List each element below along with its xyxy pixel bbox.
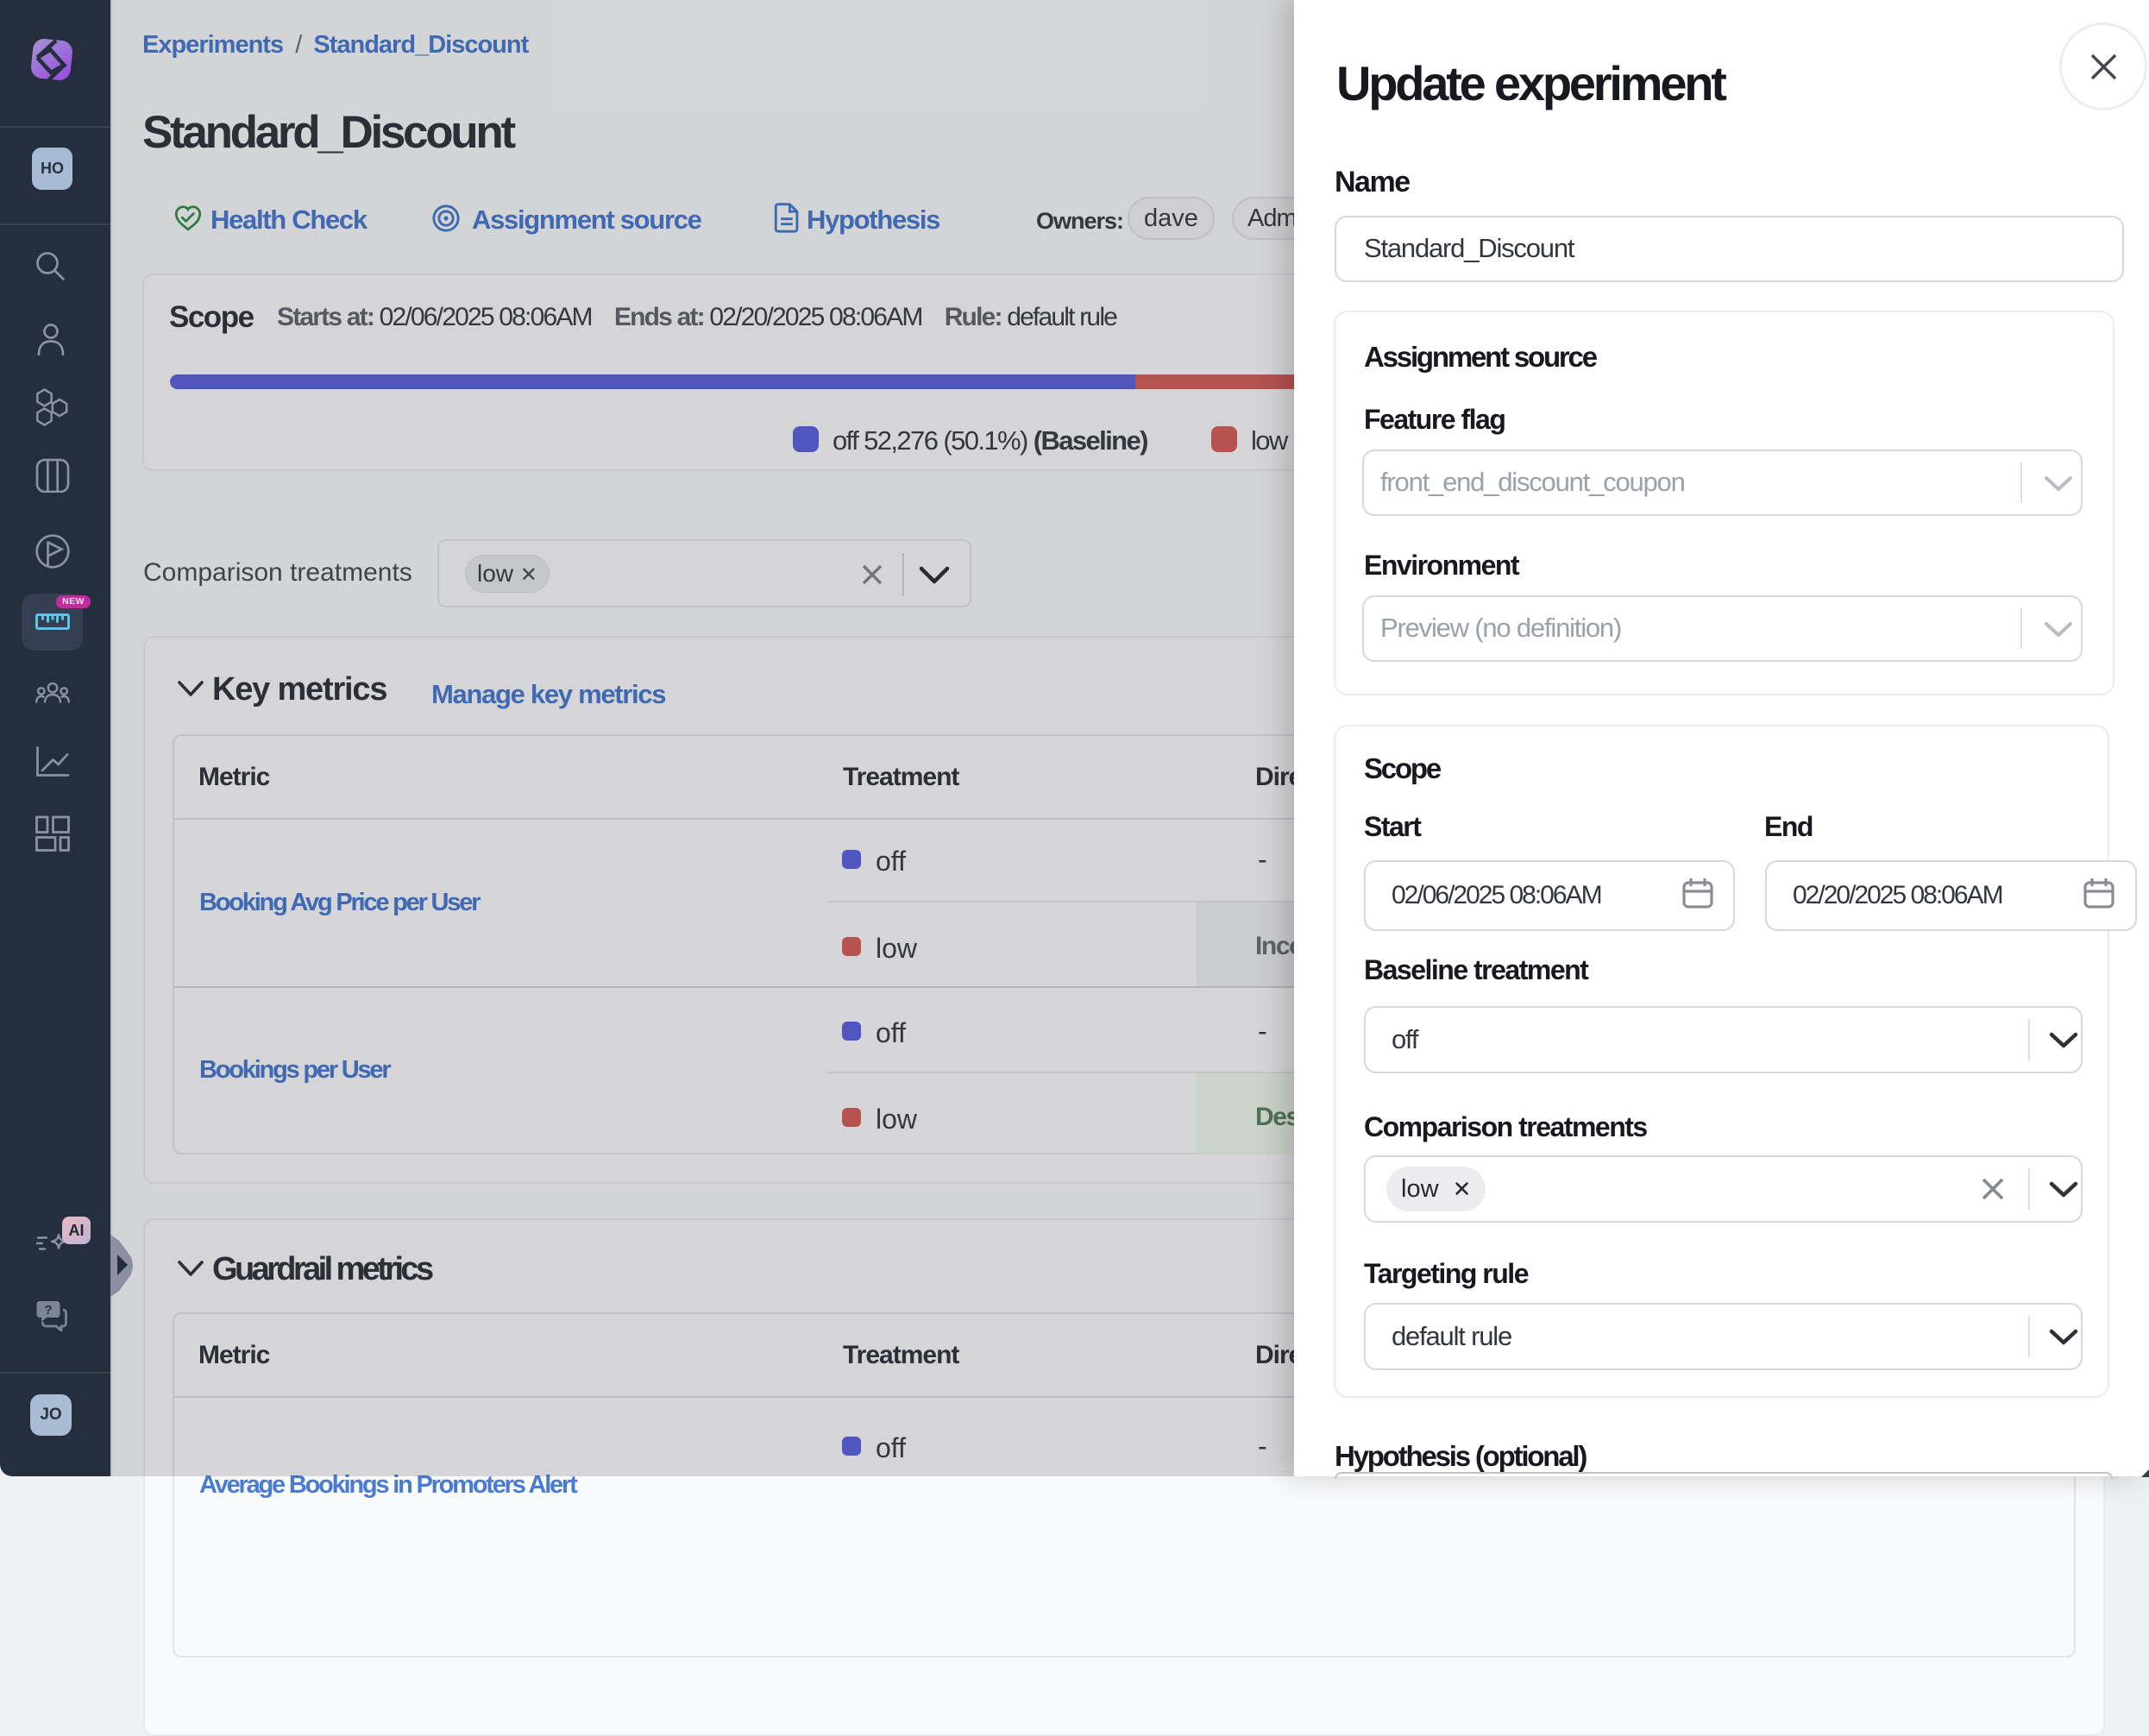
svg-text:?: ? [44, 1303, 52, 1318]
